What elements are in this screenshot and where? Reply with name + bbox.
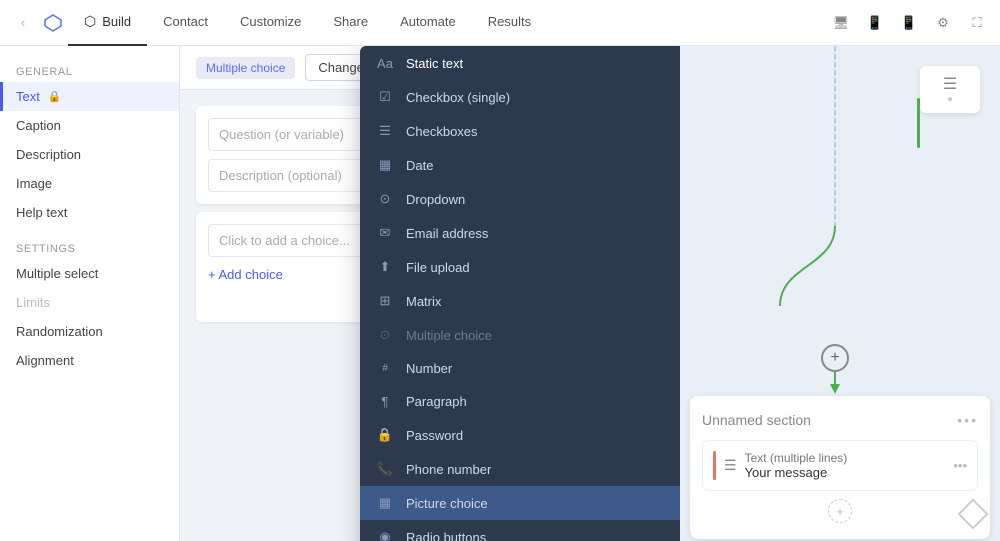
build-icon: ⬡ [84,13,96,30]
mini-card: ☰ ● [920,66,980,113]
settings-item-limits: Limits [0,288,179,317]
app-logo [38,8,68,38]
dropdown-menu: Aa Static text ✓ ☑ Checkbox (single) ☰ C… [360,46,680,541]
date-icon: ▦ [376,157,394,173]
settings-icon[interactable]: ⚙ [928,8,958,38]
card-text-block: Text (multiple lines) Your message [745,451,946,480]
card-menu-dots[interactable]: ••• [953,458,967,473]
mini-card-dot: ● [930,94,970,105]
mobile-icon[interactable]: 📱 [894,8,924,38]
dropdown-item-password[interactable]: 🔒 Password [360,418,680,452]
multiple-choice-icon: ⊙ [376,327,394,343]
panel-item-help-text[interactable]: Help text [0,198,179,227]
settings-section-label: Settings [0,235,179,259]
card-value: Your message [745,465,946,480]
card-accent-bar [713,451,716,480]
lock-icon: 🔒 [48,90,62,103]
tablet-icon[interactable]: 📱 [860,8,890,38]
checkboxes-icon: ☰ [376,123,394,139]
desktop-icon[interactable]: 🖥 [826,8,856,38]
dropdown-item-matrix[interactable]: ⊞ Matrix [360,284,680,318]
dropdown-icon: ⊙ [376,191,394,207]
settings-item-randomization[interactable]: Randomization [0,317,179,346]
panel-item-image[interactable]: Image [0,169,179,198]
dropdown-item-multiple-choice: ⊙ Multiple choice [360,318,680,352]
dropdown-item-checkboxes[interactable]: ☰ Checkboxes [360,114,680,148]
radio-buttons-icon: ◉ [376,529,394,541]
dropdown-item-phone-number[interactable]: 📞 Phone number [360,452,680,486]
tab-customize[interactable]: Customize [224,0,317,46]
current-type-badge: Multiple choice [196,57,295,79]
tab-build[interactable]: ⬡ Build [68,0,147,46]
dropdown-item-file-upload[interactable]: ⬆ File upload [360,250,680,284]
add-inner-button[interactable]: + [828,499,852,523]
expand-icon[interactable]: ⛶ [962,8,992,38]
matrix-icon: ⊞ [376,293,394,309]
general-section-label: General [0,58,179,82]
dropdown-item-picture-choice[interactable]: ▦ Picture choice [360,486,680,520]
panel-item-caption[interactable]: Caption [0,111,179,140]
middle-area: Multiple choice Change type ▾ Done Quest… [180,46,680,541]
back-button[interactable]: ‹ [8,8,38,38]
dropdown-item-static-text[interactable]: Aa Static text ✓ [360,46,680,80]
picture-choice-icon: ▦ [376,495,394,511]
tab-contact[interactable]: Contact [147,0,224,46]
section-title: Unnamed section ••• [702,412,978,428]
dropdown-item-number[interactable]: # Number [360,352,680,385]
dropdown-item-email[interactable]: ✉ Email address [360,216,680,250]
file-upload-icon: ⬆ [376,259,394,275]
tab-results[interactable]: Results [472,0,547,46]
static-text-label: Static text [406,56,463,71]
settings-item-multiple-select[interactable]: Multiple select [0,259,179,288]
nav-icons: 🖥 📱 📱 ⚙ ⛶ [826,8,992,38]
dropdown-item-date[interactable]: ▦ Date [360,148,680,182]
panel-item-text[interactable]: Text 🔒 [0,82,179,111]
dropdown-item-checkbox-single[interactable]: ☑ Checkbox (single) [360,80,680,114]
dropdown-item-paragraph[interactable]: ¶ Paragraph [360,385,680,418]
number-icon: # [376,363,394,374]
top-nav: ‹ ⬡ Build Contact Customize Share Automa… [0,0,1000,46]
inner-card: ☰ Text (multiple lines) Your message ••• [702,440,978,491]
plus-circle[interactable]: + [821,344,849,372]
left-panel: General Text 🔒 Caption Description Image… [0,46,180,541]
paragraph-icon: ¶ [376,394,394,409]
checkbox-single-icon: ☑ [376,89,394,105]
email-icon: ✉ [376,225,394,241]
dropdown-item-radio-buttons[interactable]: ◉ Radio buttons [360,520,680,541]
main-layout: General Text 🔒 Caption Description Image… [0,46,1000,541]
settings-item-alignment[interactable]: Alignment [0,346,179,375]
card-icon: ☰ [724,457,737,474]
right-canvas: ☰ ● + Unnamed section ••• ☰ Text (multip… [680,46,1000,541]
section-box: Unnamed section ••• ☰ Text (multiple lin… [690,396,990,539]
phone-icon: 📞 [376,461,394,477]
tab-automate[interactable]: Automate [384,0,472,46]
static-text-icon: Aa [376,56,394,71]
dropdown-overlay: Aa Static text ✓ ☑ Checkbox (single) ☰ C… [360,46,680,541]
tab-share[interactable]: Share [317,0,384,46]
panel-item-description[interactable]: Description [0,140,179,169]
section-dots[interactable]: ••• [957,412,978,428]
card-title: Text (multiple lines) [745,451,946,465]
dropdown-item-dropdown[interactable]: ⊙ Dropdown [360,182,680,216]
list-icon: ☰ [930,74,970,94]
green-accent-bar [917,98,920,148]
password-icon: 🔒 [376,427,394,443]
